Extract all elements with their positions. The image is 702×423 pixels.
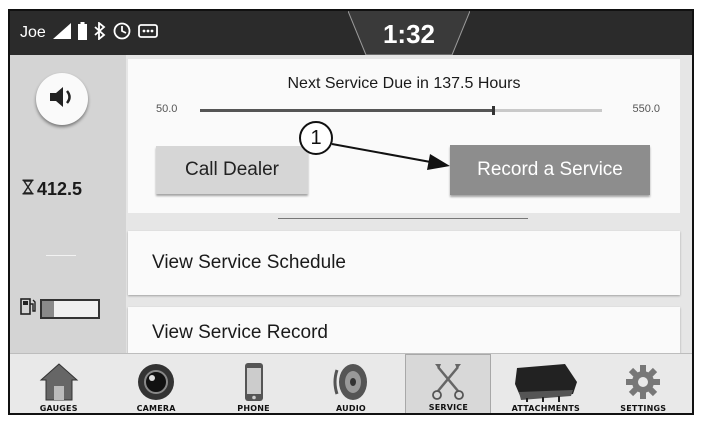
left-rail: 412.5: [10, 55, 126, 353]
nav-camera-label: CAMERA: [136, 404, 176, 413]
engine-hours: 412.5: [22, 179, 82, 200]
service-due-title: Next Service Due in 137.5 Hours: [287, 75, 521, 92]
nav-settings[interactable]: SETTINGS: [600, 354, 686, 413]
clock-tab: 1:32: [348, 11, 470, 55]
nav-service[interactable]: SERVICE: [405, 354, 492, 413]
wrench-screwdriver-icon: [428, 359, 468, 403]
bluetooth-icon: [94, 20, 106, 45]
fuel-level-bar: [40, 298, 100, 319]
view-service-record-item[interactable]: View Service Record: [128, 307, 680, 353]
rail-divider: [46, 255, 76, 256]
status-left: Joe: [20, 20, 158, 45]
nav-audio-label: AUDIO: [336, 404, 366, 413]
gear-icon: [623, 360, 663, 404]
nav-gauges-label: GAUGES: [39, 404, 78, 413]
view-service-schedule-item[interactable]: View Service Schedule: [128, 231, 680, 295]
house-icon: [39, 360, 79, 404]
nav-attachments[interactable]: ATTACHMENTS: [503, 354, 589, 413]
camera-icon: [136, 360, 176, 404]
nav-attachments-label: ATTACHMENTS: [511, 404, 580, 413]
clock-icon: [113, 22, 131, 45]
phone-icon: [234, 360, 274, 404]
bottom-nav: GAUGES CAMERA PHONE AUDIO SERVICE ATTACH…: [10, 353, 692, 413]
signal-icon: [52, 22, 71, 44]
display-frame: Joe 1:32 412.5 Next Service Due in 137.5…: [8, 9, 694, 415]
nav-gauges[interactable]: GAUGES: [16, 354, 102, 413]
user-name: Joe: [20, 24, 46, 41]
clock-time: 1:32: [382, 19, 436, 49]
speaker-icon: [331, 360, 371, 404]
range-min-label: 50.0: [156, 103, 178, 115]
call-dealer-button[interactable]: Call Dealer: [156, 146, 308, 194]
nav-phone[interactable]: PHONE: [211, 354, 297, 413]
callout-number: 1: [310, 127, 322, 149]
hourglass-icon: [22, 179, 34, 200]
callout-arrow-line: [331, 143, 437, 164]
nav-settings-label: SETTINGS: [620, 404, 667, 413]
fuel-pump-icon: [20, 297, 36, 320]
service-progress-marker: [492, 106, 496, 115]
message-icon: [137, 23, 158, 44]
nav-service-label: SERVICE: [428, 403, 469, 412]
range-max-label: 550.0: [632, 103, 660, 115]
engine-hours-value: 412.5: [37, 179, 83, 199]
nav-camera[interactable]: CAMERA: [113, 354, 199, 413]
status-bar: Joe 1:32: [10, 11, 692, 55]
fuel-level-fill: [42, 300, 55, 317]
callout-arrowhead: [427, 154, 450, 170]
battery-icon: [77, 21, 87, 45]
bucket-icon: [513, 360, 579, 404]
card-divider: [278, 218, 528, 219]
nav-audio[interactable]: AUDIO: [308, 354, 394, 413]
speaker-volume-icon: [48, 85, 76, 114]
volume-button[interactable]: [36, 73, 88, 125]
nav-phone-label: PHONE: [237, 404, 270, 413]
fuel-gauge: [20, 297, 100, 320]
